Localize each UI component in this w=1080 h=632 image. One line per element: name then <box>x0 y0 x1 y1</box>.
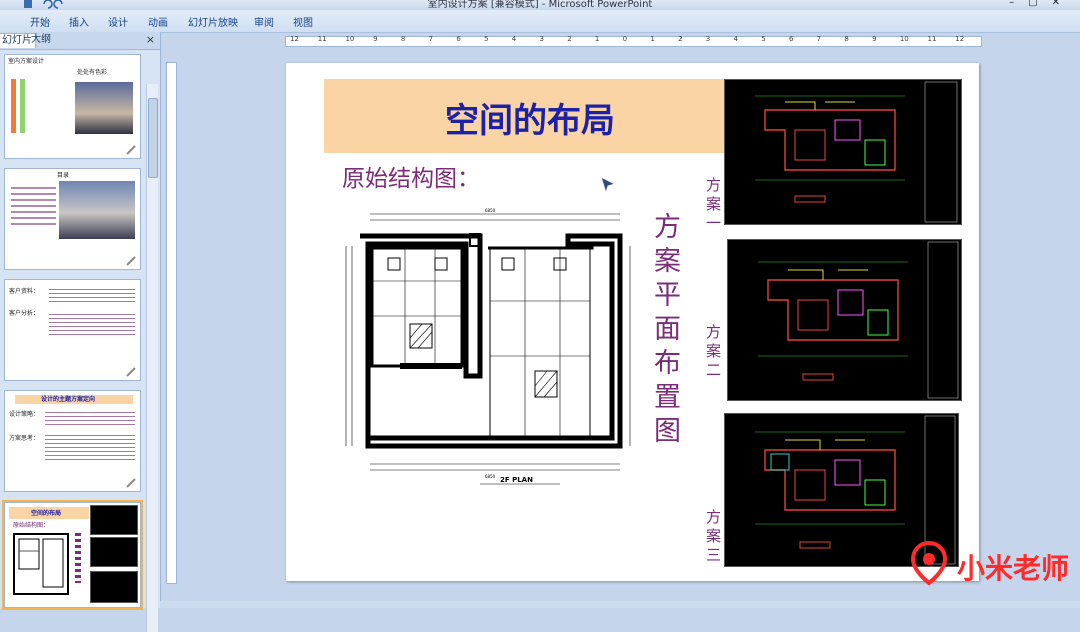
thumb-cad-2 <box>90 537 138 567</box>
cad-plan-2[interactable] <box>727 239 962 401</box>
slide-canvas[interactable]: 空间的布局 原始结构图： 6850 6850 2F PLAN 方案平面布置图 方… <box>286 63 979 581</box>
scheme-label-2: 方案二 <box>706 323 722 379</box>
tab-animation[interactable]: 动画 <box>148 14 168 29</box>
ruler-tick-label: 12 <box>955 35 965 43</box>
slides-pane: 幻灯片 大纲 × 室内方案设计 处处有色彩 目录 客户资料： 客户分析： 设计的… <box>0 32 161 632</box>
ruler-tick-label: 8 <box>844 35 849 43</box>
watermark: 小米老师 <box>897 533 1080 593</box>
ruler-tick-label: 4 <box>733 35 738 43</box>
tab-review[interactable]: 审阅 <box>254 14 274 29</box>
slide-thumbnail-5[interactable]: 空间的布局 原始结构图： <box>2 500 143 610</box>
tab-view[interactable]: 视图 <box>293 14 313 29</box>
ruler-tick-label: 7 <box>428 35 434 43</box>
vertical-ruler <box>166 62 177 584</box>
thumb-photo <box>59 181 135 239</box>
svg-text:6850: 6850 <box>485 208 496 213</box>
ruler-tick-label: 3 <box>539 35 544 43</box>
thumb-title: 空间的布局 <box>31 510 62 517</box>
ruler-tick-label: 12 <box>290 35 299 43</box>
plan-caption: 2F PLAN <box>500 476 533 484</box>
vertical-plan-label: 方案平面布置图 <box>654 212 681 447</box>
slide-thumbnail-3[interactable]: 客户资料： 客户分析： <box>4 279 141 381</box>
watermark-text: 小米老师 <box>957 552 1070 585</box>
pen-icon <box>126 478 136 488</box>
scheme-label-1: 方案一 <box>706 176 722 232</box>
ruler-tick-label: 1 <box>594 35 600 43</box>
ruler-tick-label: 5 <box>484 35 489 43</box>
ribbon: 开始 插入 设计 动画 幻灯片放映 审阅 视图 <box>0 10 1080 33</box>
ruler-tick-label: 3 <box>705 35 711 43</box>
thumb-title: 设计的主题方案定向 <box>41 396 96 403</box>
slide-thumbnail-1[interactable]: 室内方案设计 处处有色彩 <box>4 54 141 159</box>
thumb-subtitle: 原始结构图： <box>13 522 50 529</box>
thumb-label: 设计策略： <box>9 411 40 418</box>
ruler-tick-label: 7 <box>816 35 822 43</box>
thumb-toc-lines <box>11 183 56 253</box>
thumb-label: 方案思考： <box>9 435 40 442</box>
thumb-text-lines <box>45 409 135 485</box>
thumb-title: 目录 <box>57 172 70 179</box>
location-pin-icon <box>910 540 948 586</box>
ruler-tick-label: 0 <box>622 35 628 43</box>
ruler-tick-label: 2 <box>678 35 683 43</box>
close-icon[interactable]: × <box>146 33 155 46</box>
thumb-photo <box>75 82 133 134</box>
thumb-cad-3 <box>90 571 138 603</box>
cursor-arrow-icon <box>600 176 617 195</box>
scheme-label-3: 方案三 <box>706 508 722 564</box>
ruler-tick-label: 11 <box>927 35 937 43</box>
thumb-floor-plan <box>13 533 69 595</box>
ruler-tick-label: 1 <box>650 35 655 43</box>
ruler-tick-label: 2 <box>567 35 572 43</box>
pane-scrollbar[interactable] <box>146 84 158 632</box>
tab-insert[interactable]: 插入 <box>69 14 89 29</box>
horizontal-ruler: 12 11 10 9 8 7 6 5 4 3 2 1 0 1 2 3 4 5 6 7 8 9 10 11 12 <box>285 35 982 47</box>
tab-outline[interactable]: 大纲 <box>28 33 54 47</box>
ruler-tick-label: 8 <box>400 35 406 43</box>
thumb-bar-orange <box>11 79 16 133</box>
window-controls[interactable]: –▢✕ <box>1009 0 1074 8</box>
ruler-tick-label: 11 <box>317 35 327 43</box>
slide-title: 空间的布局 <box>445 101 615 141</box>
pane-tabs: 幻灯片 大纲 × <box>0 32 160 50</box>
thumb-label: 客户资料： <box>9 288 40 295</box>
cad-drawing <box>755 81 958 223</box>
cad-plan-1[interactable] <box>724 79 962 225</box>
ruler-tick-label: 6 <box>456 35 461 43</box>
slide-thumbnail-4[interactable]: 设计的主题方案定向 设计策略： 方案思考： <box>4 390 141 492</box>
ruler-tick-label: 9 <box>373 35 378 43</box>
slide-subtitle: 原始结构图： <box>342 166 480 192</box>
pen-icon <box>126 367 136 377</box>
svg-text:6850: 6850 <box>485 474 496 479</box>
slide-thumbnail-2[interactable]: 目录 <box>4 168 141 270</box>
thumb-title: 室内方案设计 <box>8 58 45 65</box>
ruler-tick-label: 10 <box>345 35 355 43</box>
ruler-tick-label: 6 <box>788 35 794 43</box>
window-title: 室内设计方案 [兼容模式] - Microsoft PowerPoint <box>427 0 653 10</box>
original-floor-plan: 6850 6850 2F PLAN <box>345 208 631 485</box>
tab-slideshow[interactable]: 幻灯片放映 <box>188 14 238 29</box>
tab-home[interactable]: 开始 <box>30 14 50 29</box>
ruler-tick-label: 10 <box>899 35 909 43</box>
title-placeholder[interactable]: 空间的布局 <box>324 79 736 153</box>
thumb-vertical-text <box>75 533 81 583</box>
title-bar: 室内设计方案 [兼容模式] - Microsoft PowerPoint –▢✕ <box>0 0 1080 10</box>
cad-drawing <box>758 241 959 399</box>
tab-design[interactable]: 设计 <box>108 14 128 29</box>
thumb-caption: 处处有色彩 <box>77 69 108 76</box>
status-bar <box>160 601 1080 608</box>
thumb-bar-green <box>20 79 25 133</box>
pen-icon <box>126 256 136 266</box>
pen-icon <box>126 145 136 155</box>
ruler-tick-label: 4 <box>511 35 517 43</box>
ruler-tick-label: 5 <box>761 35 766 43</box>
thumb-cad-1 <box>90 505 138 535</box>
scrollbar-thumb[interactable] <box>148 98 158 178</box>
ruler-tick-label: 9 <box>872 35 877 43</box>
thumb-text-lines <box>49 286 135 366</box>
thumb-label: 客户分析： <box>9 310 40 317</box>
